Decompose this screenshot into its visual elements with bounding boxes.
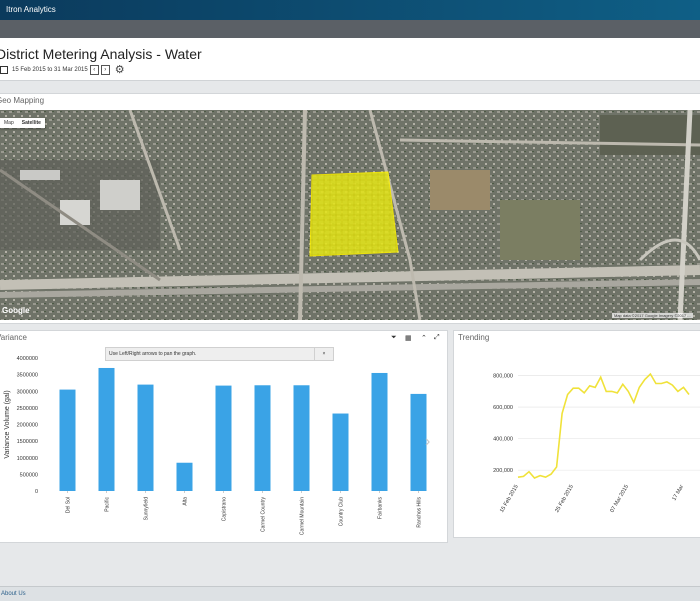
calendar-icon[interactable] [0,66,8,74]
y-tick-label: 3000000 [17,389,38,395]
page-header: District Metering Analysis - Water 15 Fe… [0,38,700,81]
x-tick-label: Carmel Mountain [300,497,306,535]
footer: About Us [0,586,700,601]
app-title-bar: Itron Analytics [0,0,700,20]
y-tick-label: 0 [35,489,38,495]
trend-series-line [517,372,690,479]
satellite-map[interactable] [0,110,700,320]
collapse-icon[interactable]: ⌃ [421,334,427,342]
google-logo: Google [2,306,30,315]
prev-period-button[interactable]: ‹ [89,65,99,75]
geo-mapping-title: Geo Mapping [0,96,45,105]
x-tick-label: 17 Mar [671,484,685,502]
bar [137,384,154,491]
map-type-satellite[interactable]: Satellite [18,118,45,128]
date-range-row: 15 Feb 2015 to 31 Mar 2015 ‹ › ⚙ [0,64,125,76]
x-tick-label: Pacific [105,497,111,512]
map-type-toggle[interactable]: Map Satellite [0,118,45,128]
bar [332,413,349,491]
bar [293,385,310,491]
chevron-right-icon[interactable]: › [425,433,430,451]
table-icon[interactable]: ▦ [405,334,412,342]
variance-bar-chart: 4000000 3500000 3000000 2500000 2000000 15000… [4,356,427,535]
x-tick-label: Country Club [339,497,345,526]
variance-title: Variance [0,333,27,342]
x-tick-label: Del Sol [66,497,72,513]
x-tick-label: Alta [183,497,189,506]
y-tick-label: 4000000 [17,356,38,362]
map-attribution[interactable]: Map data ©2017 Google Imagery ©2017 ... [612,313,693,318]
bar [215,385,232,491]
date-range[interactable]: 15 Feb 2015 to 31 Mar 2015 [12,67,88,73]
bar [98,367,115,491]
x-tick-label: Carmel Country [261,497,267,533]
x-tick-label: Fairbanks [378,497,384,519]
x-tick-label: 15 Feb 2015 [499,484,520,514]
x-tick-label: Sunnyfield [144,497,150,521]
y-tick-label: 1000000 [17,456,38,462]
y-tick-label: 800,000 [493,374,513,380]
trending-title: Trending [458,333,490,342]
app-title: Itron Analytics [6,5,56,14]
bar [59,389,76,491]
y-tick-label: 400,000 [493,437,513,443]
y-tick-label: 1500000 [17,439,38,445]
x-tick-label: Ranchos Hills [417,497,423,528]
x-tick-label: 07 Mar 2015 [609,484,630,514]
y-tick-label: 200,000 [493,468,513,474]
next-period-button[interactable]: › [100,65,110,75]
y-axis-label: Variance Volume (gal) [4,390,11,458]
y-tick-label: 3500000 [17,373,38,379]
x-tick-label: Capistrano [222,497,228,521]
about-us-link[interactable]: About Us [1,591,26,597]
x-tick-label: 25 Feb 2015 [554,484,575,514]
bar [176,462,193,491]
trending-line-chart: 800,000 600,000 400,000 200,000 15 Feb 2015 2… [493,372,700,514]
gear-icon[interactable]: ⚙ [115,65,125,76]
page-title: District Metering Analysis - Water [0,46,202,62]
y-tick-label: 2500000 [17,406,38,412]
expand-icon[interactable]: ⤢ [434,334,440,342]
bar [371,372,388,491]
y-tick-label: 600,000 [493,405,513,411]
y-tick-label: 500000 [20,472,38,478]
filter-icon[interactable]: ⏷ [391,334,397,342]
map-type-map[interactable]: Map [0,118,18,128]
y-tick-label: 2000000 [17,423,38,429]
bar [254,385,271,491]
nav-bar [0,20,700,38]
